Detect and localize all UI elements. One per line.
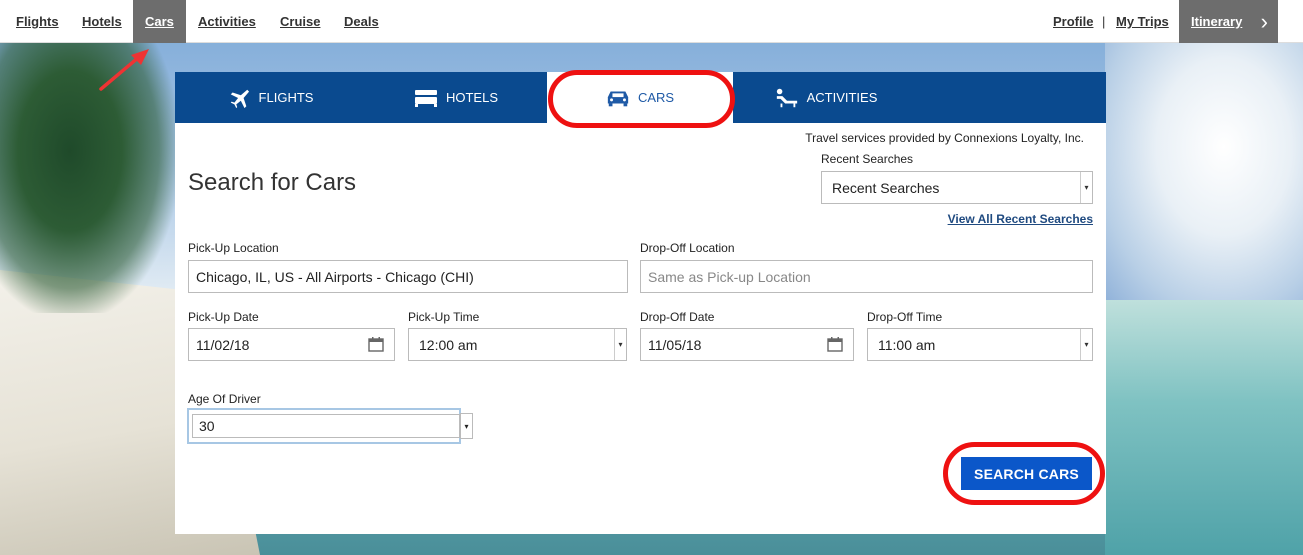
- dropoff-date-input[interactable]: 11/05/18: [640, 328, 854, 361]
- pickup-time-select[interactable]: 12:00 am ▾: [408, 328, 627, 361]
- my-trips-link[interactable]: My Trips: [1116, 0, 1169, 43]
- itinerary-label: Itinerary: [1191, 14, 1243, 29]
- annotation-arrow-icon: [99, 49, 149, 91]
- pickup-time-value: 12:00 am: [419, 336, 478, 353]
- pickup-location-input[interactable]: Chicago, IL, US - All Airports - Chicago…: [188, 260, 628, 293]
- nav-link-hotels[interactable]: Hotels: [82, 0, 122, 43]
- dropoff-date-value: 11/05/18: [648, 336, 702, 353]
- background-sky: [1105, 43, 1303, 303]
- tab-label: HOTELS: [445, 90, 498, 105]
- tab-activities[interactable]: ACTIVITIES: [733, 72, 919, 123]
- pickup-date-label: Pick-Up Date: [188, 310, 259, 324]
- nav-link-cars[interactable]: Cars: [133, 0, 186, 43]
- tab-flights[interactable]: FLIGHTS: [175, 72, 365, 123]
- pickup-location-value: Chicago, IL, US - All Airports - Chicago…: [196, 268, 474, 285]
- tab-label: FLIGHTS: [258, 90, 314, 105]
- dropoff-location-placeholder: Same as Pick-up Location: [648, 268, 811, 285]
- recent-searches-select[interactable]: Recent Searches ▾: [821, 171, 1093, 204]
- dropoff-location-label: Drop-Off Location: [640, 241, 735, 255]
- view-all-recent-searches-link[interactable]: View All Recent Searches: [948, 212, 1093, 226]
- nav-link-activities[interactable]: Activities: [198, 0, 256, 43]
- pickup-location-label: Pick-Up Location: [188, 241, 279, 255]
- caret-down-icon: ▾: [1080, 172, 1092, 203]
- driver-age-value: 30: [199, 418, 215, 434]
- lounge-chair-icon: [776, 88, 797, 107]
- caret-down-icon: ▾: [614, 329, 626, 360]
- driver-age-select[interactable]: 30 ▾: [192, 413, 473, 439]
- nav-link-cruise[interactable]: Cruise: [280, 0, 320, 43]
- nav-link-flights[interactable]: Flights: [16, 0, 59, 43]
- caret-down-icon: ▾: [1080, 329, 1092, 360]
- recent-searches-label: Recent Searches: [821, 152, 914, 166]
- search-tabs: FLIGHTS HOTELS CARS ACTIVITIES: [175, 72, 1106, 123]
- nav-separator: |: [1102, 14, 1106, 29]
- tab-hotels[interactable]: HOTELS: [365, 72, 547, 123]
- page-title: Search for Cars: [188, 169, 357, 196]
- caret-down-icon: ▾: [460, 413, 473, 439]
- driver-age-focus-ring: 30 ▾: [187, 408, 473, 444]
- top-navigation: Flights Hotels Cars Activities Cruise De…: [0, 0, 1303, 43]
- pickup-time-label: Pick-Up Time: [408, 310, 480, 324]
- pickup-date-input[interactable]: 11/02/18: [188, 328, 395, 361]
- tab-label: ACTIVITIES: [806, 90, 878, 105]
- dropoff-time-select[interactable]: 11:00 am ▾: [867, 328, 1093, 361]
- provider-text: Travel services provided by Connexions L…: [805, 131, 1084, 145]
- dropoff-location-input[interactable]: Same as Pick-up Location: [640, 260, 1093, 293]
- profile-link[interactable]: Profile: [1053, 0, 1093, 43]
- dropoff-time-value: 11:00 am: [878, 336, 936, 353]
- itinerary-button[interactable]: Itinerary ›: [1179, 0, 1278, 43]
- bed-icon: [414, 89, 437, 107]
- background-sea: [1105, 300, 1303, 555]
- dropoff-time-label: Drop-Off Time: [867, 310, 943, 324]
- tab-label: CARS: [637, 90, 675, 105]
- calendar-icon[interactable]: [827, 337, 843, 352]
- search-panel: FLIGHTS HOTELS CARS ACTIVITIES Travel se…: [175, 72, 1106, 534]
- tab-cars[interactable]: CARS: [547, 72, 733, 123]
- search-cars-button[interactable]: SEARCH CARS: [961, 457, 1092, 490]
- recent-searches-value: Recent Searches: [832, 179, 940, 196]
- chevron-right-icon: ›: [1260, 9, 1268, 34]
- nav-link-deals[interactable]: Deals: [344, 0, 379, 43]
- car-icon: [607, 91, 629, 106]
- pickup-date-value: 11/02/18: [196, 336, 250, 353]
- dropoff-date-label: Drop-Off Date: [640, 310, 715, 324]
- calendar-icon[interactable]: [368, 337, 384, 352]
- driver-age-label: Age Of Driver: [188, 392, 261, 406]
- airplane-icon: [230, 89, 249, 108]
